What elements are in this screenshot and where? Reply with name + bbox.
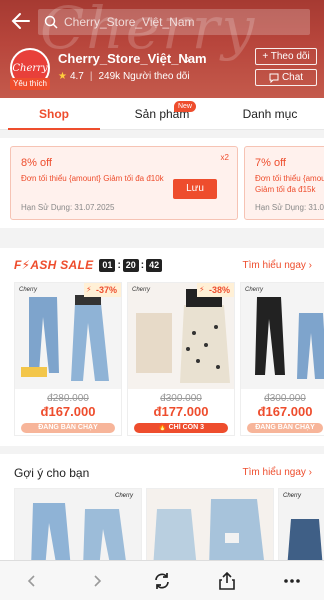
sale-price: đ167.000 [257,404,313,419]
share-icon [218,571,235,590]
product-brand: Cherry [283,493,302,499]
chevron-right-icon[interactable]: › [186,52,190,66]
search-bar[interactable] [38,9,310,35]
back-button[interactable] [10,10,32,32]
voucher-description: Đơn tối thiểu {amount} Giảm tối đa đ10k [21,174,164,183]
old-price: đ300.000 [160,393,202,404]
browser-forward-button[interactable] [77,566,117,596]
save-voucher-button[interactable]: Lưu [173,179,217,199]
countdown-timer: 01 : 20 : 42 [99,258,163,272]
suggested-product-card[interactable]: Cherry [278,488,324,560]
flash-sale-header: F⚡ASH SALE 01 : 20 : 42 [14,258,163,272]
shop-header: Cherry Cherry Yêu thích Cherry_Store_Việ… [0,0,324,98]
more-menu-button[interactable] [272,566,312,596]
shop-followers: 249k Người theo dõi [98,71,190,82]
suggestion-more-link[interactable]: Tìm hiểu ngay › [243,467,312,478]
voucher-description: Đơn tối thiểu {amount} Giảm tối đa đ15k [255,174,324,194]
suggestion-title: Gợi ý cho bạn [14,466,90,480]
product-brand: Cherry [132,287,151,293]
follow-button[interactable]: + Theo dõi [255,48,317,65]
product-brand: Cherry [245,287,264,293]
product-image: Cherry [241,283,324,389]
favorite-badge: Yêu thích [10,78,50,90]
shop-rating: 4.7 [69,71,84,82]
product-image: Cherry -38% [128,283,234,389]
sales-status-bar: ĐANG BÁN CHẠY [247,423,323,433]
chevron-right-icon [94,574,102,587]
shop-tabs: Shop Sản phẩm New Danh mục [0,98,324,130]
voucher-carousel[interactable]: x2 8% off Đơn tối thiểu {amount} Giảm tố… [0,138,324,228]
discount-badge: -37% [83,283,121,297]
flash-product-card[interactable]: Cherry đ300.000 đ167.000 ĐANG BÁN CHẠY [240,282,324,436]
chat-icon [269,73,279,83]
voucher-expiry: Hạn Sử Dụng: 31.07.2025 [21,203,115,212]
reload-button[interactable] [142,566,182,596]
tab-categories[interactable]: Danh mục [216,98,324,129]
suggested-product-card[interactable] [146,488,274,560]
voucher-expiry: Hạn Sử Dụng: 31.07.2025 [255,203,324,212]
arrow-left-icon [11,13,30,29]
timer-hours: 01 [99,258,116,272]
suggested-product-card[interactable]: Cherry [14,488,142,560]
sales-status-bar: 🔥 CHỈ CÒN 3 [134,423,228,433]
suggestion-section: Gợi ý cho bạn Tìm hiểu ngay › Cherry Che… [0,454,324,560]
sale-price: đ177.000 [153,404,209,419]
sales-status-bar: ĐANG BÁN CHẠY [21,423,115,433]
flash-sale-title: F⚡ASH SALE [14,258,94,272]
voucher-quantity: x2 [220,153,229,162]
discount-badge: -38% [196,283,234,297]
tab-shop[interactable]: Shop [0,98,108,130]
browser-toolbar [0,560,324,600]
voucher-title: 8% off [21,157,52,169]
flash-product-card[interactable]: Cherry -37% đ280.000 đ167.000 ĐANG BÁN C… [14,282,122,436]
star-icon: ★ [58,71,67,82]
stats-divider: | [89,71,93,82]
product-image: Cherry -37% [15,283,121,389]
shop-stats: ★ 4.7 | 249k Người theo dõi [58,71,190,82]
voucher-card[interactable]: x2 8% off Đơn tối thiểu {amount} Giảm tố… [10,146,238,220]
chat-button[interactable]: Chat [255,69,317,86]
chevron-left-icon [28,574,35,587]
timer-minutes: 20 [122,258,139,272]
product-brand: Cherry [19,287,38,293]
product-brand: Cherry [115,493,134,499]
browser-back-button[interactable] [12,566,52,596]
shop-name[interactable]: Cherry_Store_Việt_Nam [58,51,207,66]
new-badge: New [173,101,196,112]
timer-seconds: 42 [146,258,163,272]
old-price: đ300.000 [264,393,306,404]
search-icon [44,15,58,29]
tab-products[interactable]: Sản phẩm New [108,98,216,129]
sale-price: đ167.000 [40,404,96,419]
old-price: đ280.000 [47,393,89,404]
flash-product-card[interactable]: Cherry -38% đ300.000 đ177.000 🔥 CHỈ CÒN … [127,282,235,436]
top-bar [0,6,324,36]
voucher-title: 7% off [255,157,286,169]
reload-icon [155,572,169,589]
share-button[interactable] [207,566,247,596]
search-input[interactable] [64,15,294,29]
flash-sale-section: F⚡ASH SALE 01 : 20 : 42 Tìm hiểu ngay › … [0,248,324,446]
more-dots-icon [283,578,300,583]
voucher-card[interactable]: 7% off Đơn tối thiểu {amount} Giảm tối đ… [244,146,324,220]
flash-sale-more-link[interactable]: Tìm hiểu ngay › [243,260,312,271]
